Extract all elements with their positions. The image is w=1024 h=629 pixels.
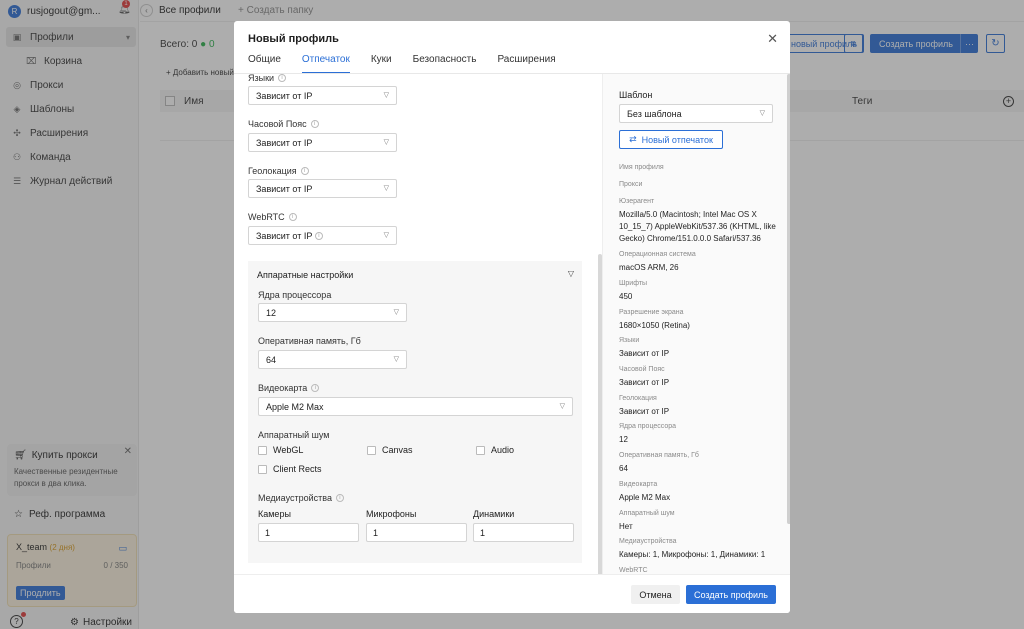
hardware-title[interactable]: Аппаратные настройки — [257, 270, 353, 280]
chevron-down-icon: ▽ — [383, 92, 389, 99]
summary-row: Юзерагент Mozilla/5.0 (Macintosh; Intel … — [619, 198, 776, 243]
summary-scrollbar[interactable] — [787, 74, 790, 524]
tab-fingerprint[interactable]: Отпечаток — [301, 54, 350, 74]
new-fingerprint-button[interactable]: ⇄ Новый отпечаток — [619, 130, 723, 149]
speakers-input[interactable]: 1 — [473, 523, 574, 542]
dialog-title: Новый профиль — [248, 33, 339, 45]
tab-security[interactable]: Безопасность — [413, 54, 477, 74]
chevron-down-icon: ▽ — [383, 185, 389, 192]
summary-row: Аппаратный шум Нет — [619, 510, 675, 531]
info-icon[interactable]: i — [310, 120, 319, 128]
speakers-label: Динамики — [473, 509, 515, 519]
noise-canvas-checkbox[interactable]: Canvas — [367, 445, 413, 455]
new-profile-dialog: Новый профиль ✕ Общие Отпечаток Куки Без… — [234, 21, 790, 613]
cpu-select[interactable]: 12 ▽ — [258, 303, 407, 322]
info-icon[interactable]: i — [335, 494, 344, 502]
gpu-label: Видеокарта i — [258, 383, 320, 393]
summary-row: Разрешение экрана 1680×1050 (Retina) — [619, 309, 690, 330]
summary-row: Геолокация Зависит от IP — [619, 395, 670, 416]
geolocation-label: Геолокация i — [248, 166, 309, 176]
chevron-down-icon: ▽ — [393, 356, 399, 363]
template-select[interactable]: Без шаблона ▽ — [619, 104, 773, 123]
summary-row: Имя профиля — [619, 164, 664, 171]
chevron-down-icon: ▽ — [393, 309, 399, 316]
info-icon[interactable]: i — [311, 384, 320, 392]
geolocation-select[interactable]: Зависит от IP ▽ — [248, 179, 397, 198]
noise-clientrects-checkbox[interactable]: Client Rects — [258, 464, 322, 474]
info-icon[interactable]: i — [288, 213, 297, 221]
fingerprint-form: Языки i Зависит от IP ▽ Часовой Пояс i Зави… — [234, 74, 602, 574]
tab-extensions[interactable]: Расширения — [497, 54, 555, 74]
create-profile-submit-button[interactable]: Создать профиль — [686, 585, 776, 604]
summary-row: Операционная система macOS ARM, 26 — [619, 251, 696, 272]
cameras-label: Камеры — [258, 509, 291, 519]
noise-audio-checkbox[interactable]: Audio — [476, 445, 514, 455]
ram-label: Оперативная память, Гб — [258, 336, 361, 346]
ram-select[interactable]: 64 ▽ — [258, 350, 407, 369]
template-label: Шаблон — [619, 90, 653, 100]
chevron-down-icon: ▽ — [383, 232, 389, 239]
profile-summary: Шаблон Без шаблона ▽ ⇄ Новый отпечаток Им… — [602, 74, 790, 574]
chevron-down-icon[interactable]: ▽ — [568, 269, 574, 278]
summary-row: Языки Зависит от IP — [619, 337, 670, 358]
cameras-input[interactable]: 1 — [258, 523, 359, 542]
mics-input[interactable]: 1 — [366, 523, 467, 542]
summary-row: Медиаустройства Камеры: 1, Микрофоны: 1,… — [619, 538, 766, 559]
languages-label: Языки i — [248, 74, 287, 83]
media-label: Медиаустройства i — [258, 493, 344, 503]
summary-row: Оперативная память, Гб 64 — [619, 452, 699, 473]
gpu-select[interactable]: Apple M2 Max ▽ — [258, 397, 573, 416]
tab-general[interactable]: Общие — [248, 54, 281, 74]
close-icon[interactable]: ✕ — [767, 31, 778, 47]
summary-row: WebRTC — [619, 567, 648, 574]
info-icon[interactable]: i — [278, 74, 287, 82]
hardware-section: Аппаратные настройки ▽ Ядра процессора 1… — [248, 261, 582, 563]
dialog-footer: Отмена Создать профиль — [234, 574, 790, 613]
mics-label: Микрофоны — [366, 509, 417, 519]
summary-row: Ядра процессора 12 — [619, 423, 677, 444]
dialog-tabs: Общие Отпечаток Куки Безопасность Расшир… — [248, 54, 577, 74]
shuffle-icon: ⇄ — [629, 134, 637, 144]
timezone-select[interactable]: Зависит от IP ▽ — [248, 133, 397, 152]
chevron-down-icon: ▽ — [559, 403, 565, 410]
tab-cookies[interactable]: Куки — [371, 54, 392, 74]
summary-row: Часовой Пояс Зависит от IP — [619, 366, 670, 387]
cpu-label: Ядра процессора — [258, 290, 332, 300]
noise-webgl-checkbox[interactable]: WebGL — [258, 445, 303, 455]
info-icon[interactable]: i — [300, 167, 309, 175]
summary-row: Прокси — [619, 181, 643, 188]
chevron-down-icon: ▽ — [759, 110, 765, 117]
timezone-label: Часовой Пояс i — [248, 119, 319, 129]
webrtc-select[interactable]: Зависит от IP i ▽ — [248, 226, 397, 245]
summary-row: Шрифты 450 — [619, 280, 648, 301]
info-icon[interactable]: i — [314, 231, 323, 240]
webrtc-label: WebRTC i — [248, 212, 297, 222]
noise-label: Аппаратный шум — [258, 430, 330, 440]
cancel-button[interactable]: Отмена — [631, 585, 680, 604]
summary-row: Видеокарта Apple M2 Max — [619, 481, 671, 502]
chevron-down-icon: ▽ — [383, 139, 389, 146]
languages-select[interactable]: Зависит от IP ▽ — [248, 86, 397, 105]
